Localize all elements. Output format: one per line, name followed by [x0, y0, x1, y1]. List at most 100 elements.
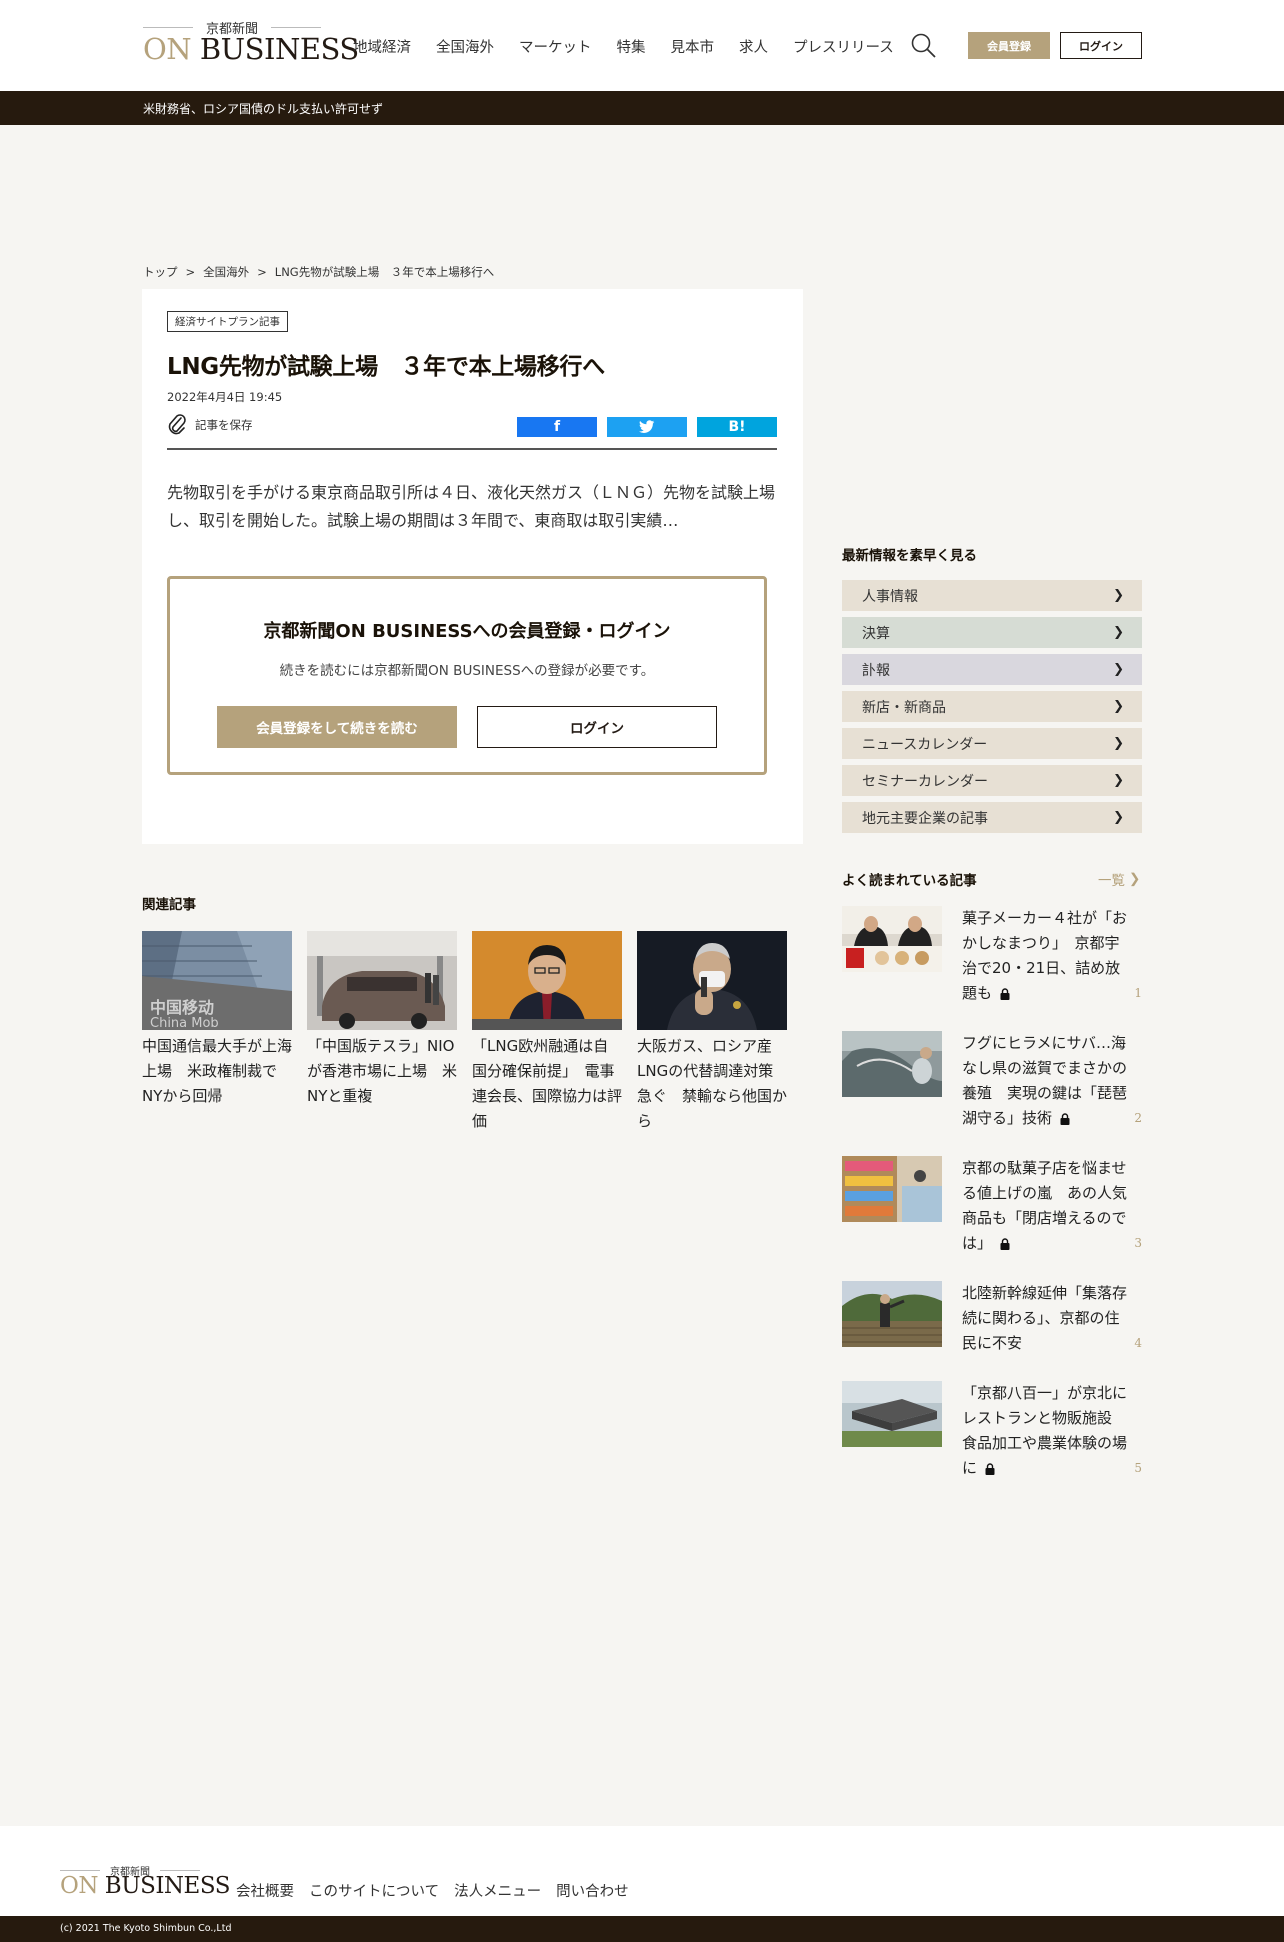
quick-item-earnings[interactable]: 決算 ❯: [842, 617, 1142, 648]
related-article[interactable]: 「中国版テスラ」NIOが香港市場に上場 米NYと重複: [307, 931, 457, 1109]
related-thumbnail: 中国移动 China Mob: [142, 931, 292, 1030]
popular-rank: 5: [1134, 1461, 1142, 1475]
facebook-share-button[interactable]: f: [517, 417, 597, 437]
paywall-heading: 京都新聞ON BUSINESSへの会員登録・ログイン: [263, 621, 671, 642]
footer-link-contact[interactable]: 問い合わせ: [556, 1880, 629, 1901]
nav-national-overseas[interactable]: 全国海外: [436, 36, 494, 57]
related-article[interactable]: 「LNG欧州融通は自国分確保前提」 電事連会長、国際協力は評価: [472, 931, 622, 1134]
related-article[interactable]: 中国移动 China Mob 中国通信最大手が上海上場 米政権制裁でNYから回帰: [142, 931, 292, 1109]
logo-rule-right: [160, 1870, 200, 1871]
breadcrumb-separator: >: [257, 265, 267, 279]
related-article[interactable]: 大阪ガス、ロシア産LNGの代替調達対策急ぐ 禁輸なら他国から: [637, 931, 787, 1134]
site-logo[interactable]: 京都新聞 ON BUSINESS: [143, 18, 359, 66]
quick-item-seminar-calendar[interactable]: セミナーカレンダー ❯: [842, 765, 1142, 796]
logo-wordmark: ON BUSINESS: [60, 1873, 230, 1899]
footer-link-about[interactable]: このサイトについて: [309, 1880, 439, 1901]
hatena-icon: B!: [728, 419, 746, 435]
register-button[interactable]: 会員登録: [968, 32, 1050, 59]
quick-item-obituaries[interactable]: 訃報 ❯: [842, 654, 1142, 685]
svg-text:中国移动: 中国移动: [150, 998, 214, 1017]
related-heading: 関連記事: [142, 897, 196, 913]
logo-wordmark: ON BUSINESS: [143, 32, 359, 66]
news-ticker: 米財務省、ロシア国債のドル支払い許可せず: [0, 91, 1284, 125]
popular-title-text: フグにヒラメにサバ…海なし県の滋賀でまさかの養殖 実現の鍵は「琵琶湖守る」技術: [962, 1034, 1128, 1127]
chevron-right-icon: ❯: [1113, 736, 1124, 751]
lock-icon: [985, 1462, 995, 1475]
popular-title: 北陸新幹線延伸「集落存続に関わる」、京都の住民に不安: [962, 1284, 1128, 1352]
popular-rank: 1: [1134, 986, 1142, 1000]
popular-heading: よく読まれている記事: [842, 873, 977, 889]
nav-press-release[interactable]: プレスリリース: [793, 36, 894, 57]
popular-list-link[interactable]: 一覧 ❯: [1098, 869, 1140, 889]
footer-nav: 会社概要 このサイトについて 法人メニュー 問い合わせ: [236, 1880, 644, 1901]
login-button[interactable]: ログイン: [1060, 32, 1142, 59]
lock-icon: [1000, 1237, 1010, 1250]
site-footer: 京都新聞 ON BUSINESS 会社概要 このサイトについて 法人メニュー 問…: [0, 1826, 1284, 1916]
popular-title-text: 京都の駄菓子店を悩ませる値上げの嵐 あの人気商品も「閉店増えるのでは」: [962, 1159, 1128, 1252]
nav-features[interactable]: 特集: [617, 36, 646, 57]
quick-info-menu: 人事情報 ❯ 決算 ❯ 訃報 ❯ 新店・新商品 ❯ ニュースカレンダー ❯ セミナーカレン…: [842, 580, 1142, 839]
related-title: 大阪ガス、ロシア産LNGの代替調達対策急ぐ 禁輸なら他国から: [637, 1037, 788, 1130]
save-article-button[interactable]: 記事を保存: [167, 413, 253, 437]
member-paywall-box: 京都新聞ON BUSINESSへの会員登録・ログイン 続きを読むには京都新聞ON…: [167, 576, 767, 775]
quick-item-label: 新店・新商品: [862, 699, 946, 716]
popular-title: フグにヒラメにサバ…海なし県の滋賀でまさかの養殖 実現の鍵は「琵琶湖守る」技術: [962, 1031, 1127, 1131]
nav-trade-fair[interactable]: 見本市: [671, 36, 715, 57]
footer-link-company[interactable]: 会社概要: [236, 1880, 294, 1901]
article-date: 2022年4月4日 19:45: [167, 390, 283, 404]
related-thumbnail: [472, 931, 622, 1030]
save-article-label: 記事を保存: [195, 418, 253, 432]
popular-thumbnail: [842, 1281, 942, 1347]
popular-rank: 4: [1134, 1336, 1142, 1350]
twitter-icon: [639, 420, 655, 433]
popular-title: 菓子メーカー４社が「おかしなまつり」 京都宇治で20・21日、詰め放題も: [962, 906, 1127, 1006]
logo-on: ON: [143, 32, 192, 66]
footer-link-corporate[interactable]: 法人メニュー: [454, 1880, 541, 1901]
chevron-right-icon: ❯: [1113, 699, 1124, 714]
article-lead: 先物取引を手がける東京商品取引所は４日、液化天然ガス（ＬＮＧ）先物を試験上場し、…: [167, 483, 776, 530]
paywall-login-button[interactable]: ログイン: [477, 706, 717, 748]
nav-regional-economy[interactable]: 地域経済: [353, 36, 411, 57]
popular-title-text: 菓子メーカー４社が「おかしなまつり」 京都宇治で20・21日、詰め放題も: [962, 909, 1128, 1002]
chevron-right-icon: ❯: [1113, 588, 1124, 603]
copyright-bar: (c) 2021 The Kyoto Shimbun Co.,Ltd: [0, 1916, 1284, 1942]
article-title: LNG先物が試験上場 ３年で本上場移行へ: [167, 354, 605, 380]
quick-item-personnel[interactable]: 人事情報 ❯: [842, 580, 1142, 611]
related-thumbnail: [637, 931, 787, 1030]
register-continue-button[interactable]: 会員登録をして続きを読む: [217, 706, 457, 748]
svg-text:China Mob: China Mob: [150, 1016, 219, 1030]
quick-item-new-stores[interactable]: 新店・新商品 ❯: [842, 691, 1142, 722]
facebook-icon: f: [553, 419, 561, 435]
twitter-share-button[interactable]: [607, 417, 687, 437]
logo-on: ON: [60, 1873, 98, 1899]
popular-thumbnail: [842, 1031, 942, 1097]
breadcrumb-top[interactable]: トップ: [143, 265, 178, 279]
quick-item-local-companies[interactable]: 地元主要企業の記事 ❯: [842, 802, 1142, 833]
quick-item-label: ニュースカレンダー: [862, 736, 988, 753]
nav-jobs[interactable]: 求人: [739, 36, 768, 57]
search-icon[interactable]: [910, 32, 938, 60]
popular-rank: 3: [1134, 1236, 1142, 1250]
breadcrumb-national-overseas[interactable]: 全国海外: [203, 265, 249, 279]
article-card: 経済サイトプラン記事 LNG先物が試験上場 ３年で本上場移行へ 2022年4月4…: [142, 289, 803, 844]
breadcrumb-separator: >: [185, 265, 196, 279]
chevron-right-icon: ❯: [1113, 625, 1124, 640]
footer-logo[interactable]: 京都新聞 ON BUSINESS: [60, 1863, 230, 1899]
paperclip-icon: [168, 414, 186, 435]
popular-title: 京都の駄菓子店を悩ませる値上げの嵐 あの人気商品も「閉店増えるのでは」: [962, 1156, 1127, 1256]
chevron-right-icon: ❯: [1113, 773, 1124, 788]
lock-icon: [1060, 1112, 1070, 1125]
hatena-bookmark-button[interactable]: B!: [697, 417, 777, 437]
quick-info-heading: 最新情報を素早く見る: [842, 548, 977, 564]
quick-item-label: 訃報: [862, 662, 890, 679]
logo-rule-right: [271, 27, 321, 28]
lock-icon: [1000, 987, 1010, 1000]
related-title: 中国通信最大手が上海上場 米政権制裁でNYから回帰: [142, 1037, 293, 1105]
main-nav: 地域経済 全国海外 マーケット 特集 見本市 求人 プレスリリース: [353, 36, 919, 57]
nav-market[interactable]: マーケット: [519, 36, 592, 57]
breadcrumb-current: LNG先物が試験上場 ３年で本上場移行へ: [274, 265, 495, 279]
copyright-text: (c) 2021 The Kyoto Shimbun Co.,Ltd: [60, 1923, 232, 1934]
chevron-right-icon: ❯: [1113, 662, 1124, 677]
quick-item-news-calendar[interactable]: ニュースカレンダー ❯: [842, 728, 1142, 759]
ticker-headline[interactable]: 米財務省、ロシア国債のドル支払い許可せず: [143, 100, 383, 117]
